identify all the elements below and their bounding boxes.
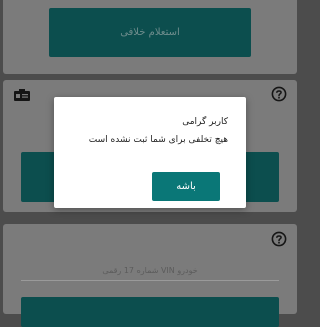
car-card-icon <box>14 89 30 101</box>
violation-inquiry-button[interactable]: استعلام خلافی <box>49 8 251 57</box>
help-circle-icon[interactable] <box>271 231 287 247</box>
alert-dialog: کاربر گرامی هیچ تخلفی برای شما ثبت نشده … <box>54 97 246 208</box>
vin-card: شماره 17 رقمی VIN خودرو <box>3 224 297 327</box>
vin-submit-button[interactable] <box>21 297 279 327</box>
vin-placeholder: شماره 17 رقمی VIN خودرو <box>102 266 198 275</box>
dialog-message: هیچ تخلفی برای شما ثبت نشده است <box>88 135 228 145</box>
inquiry-card: استعلام خلافی <box>3 0 297 74</box>
dialog-title: کاربر گرامی <box>182 117 228 127</box>
vin-input[interactable]: شماره 17 رقمی VIN خودرو <box>21 262 279 281</box>
ok-button[interactable]: باشه <box>152 172 220 201</box>
help-circle-icon[interactable] <box>271 86 287 102</box>
